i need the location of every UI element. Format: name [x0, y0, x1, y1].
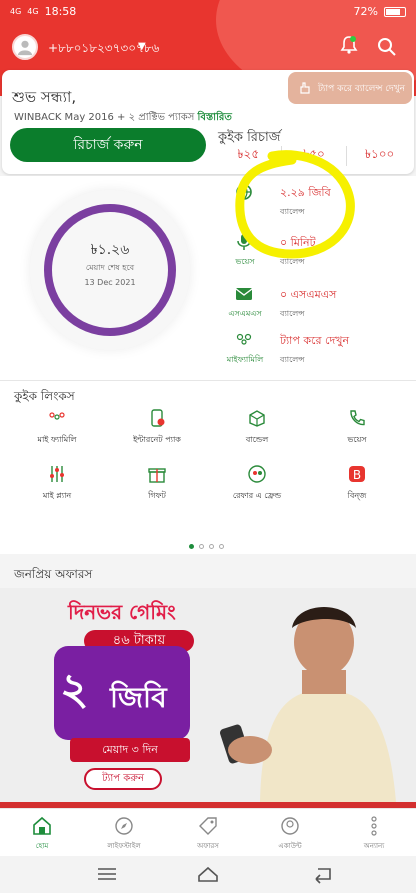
- tap-hand-icon: [300, 82, 310, 94]
- quick-link-label: বিন্জ: [347, 491, 367, 500]
- quick-link-my-family[interactable]: মাই ফ্যামিলি: [12, 408, 102, 458]
- quick-link-internet-pack[interactable]: ইন্টারনেট প্যাক: [112, 408, 202, 458]
- quick-link-refer-friend[interactable]: রেফার এ ফ্রেন্ড: [212, 464, 302, 514]
- envelope-icon: [235, 288, 253, 300]
- quick-link-binge[interactable]: B বিন্জ: [312, 464, 402, 514]
- quick-link-label: ইন্টারনেট প্যাক: [133, 435, 181, 444]
- nav-label: লাইফস্টাইল: [107, 842, 141, 850]
- balance-ring[interactable]: ৳১.২৬ মেয়াদ শেষ হবে 13 Dec 2021: [30, 190, 190, 350]
- more-icon: [371, 816, 377, 836]
- chevron-down-icon[interactable]: ▼: [138, 41, 146, 52]
- quick-link-label: ভয়েস: [347, 435, 367, 444]
- quick-links-title: কুইক লিংকস: [14, 389, 75, 403]
- carousel-dots: [189, 544, 224, 549]
- tag-icon: [199, 817, 217, 835]
- banner-person-illustration: [220, 607, 396, 802]
- phone-icon: [350, 410, 365, 426]
- refer-icon: [248, 465, 266, 483]
- recharge-button[interactable]: রিচার্জ করুন: [10, 128, 206, 162]
- quick-link-label: গিফট: [148, 491, 166, 500]
- carousel-dot[interactable]: [209, 544, 214, 549]
- expiry-label: মেয়াদ শেষ হবে: [85, 263, 135, 272]
- back-icon[interactable]: [310, 864, 336, 884]
- gift-icon: [148, 468, 166, 483]
- expiry-date: 13 Dec 2021: [84, 278, 136, 287]
- nav-label: অন্যান্য: [363, 842, 385, 850]
- nav-label: হোম: [35, 842, 49, 850]
- yellow-highlight-scribble: [235, 150, 355, 259]
- balance-amount: ৳১.২৬: [90, 242, 130, 258]
- amount-option[interactable]: ৳১০০: [347, 146, 412, 166]
- bundle-icon: [249, 410, 265, 427]
- myfamily-value: ট্যাপ করে দেখুন: [280, 334, 350, 347]
- greeting-text: শুভ সন্ধ্যা,: [12, 88, 77, 106]
- battery-text: 72%: [353, 5, 378, 18]
- quick-link-label: বান্ডেল: [245, 435, 269, 444]
- avatar[interactable]: [12, 34, 38, 60]
- details-link[interactable]: বিস্তারিত: [198, 112, 232, 123]
- pack-text: WINBACK May 2016 + ২ প্রাক্টিভ প্যাকস: [14, 112, 195, 123]
- network-1: 4G: [10, 7, 22, 16]
- sms-sub: ব্যালেন্স: [280, 309, 305, 318]
- search-icon[interactable]: [376, 36, 398, 58]
- nav-more[interactable]: অন্যান্য: [332, 808, 416, 854]
- carousel-dot[interactable]: [189, 544, 194, 549]
- sms-value: ০ এসএমএস: [280, 288, 337, 301]
- home-system-icon[interactable]: [195, 864, 221, 884]
- family-icon: [49, 412, 65, 420]
- quick-link-my-plan[interactable]: মাই প্ল্যান: [12, 464, 102, 514]
- banner-tap-button[interactable]: ট্যাপ করুন: [84, 768, 162, 790]
- nav-lifestyle[interactable]: লাইফস্টাইল: [82, 808, 166, 854]
- myfamily-sub: ব্যালেন্স: [280, 355, 305, 364]
- family-icon: [236, 333, 252, 345]
- myfamily-balance-row[interactable]: মাইফ্যামিলি ট্যাপ করে দেখুন ব্যালেন্স: [222, 328, 412, 372]
- tap-balance-badge[interactable]: ট্যাপ করে ব্যালেন্স দেখুন: [288, 72, 412, 104]
- sms-label: এসএমএস: [228, 309, 262, 318]
- home-icon: [33, 816, 51, 835]
- quick-link-bundle[interactable]: বান্ডেল: [212, 408, 302, 458]
- banner-validity: মেয়াদ ৩ দিন: [70, 738, 190, 762]
- carousel-dot[interactable]: [199, 544, 204, 549]
- network-2: 4G: [27, 7, 39, 16]
- user-icon: [17, 40, 33, 56]
- bioscope-icon: B: [349, 466, 365, 482]
- carousel-dot[interactable]: [219, 544, 224, 549]
- myfamily-label: মাইফ্যামিলি: [226, 355, 264, 364]
- svg-text:B: B: [353, 468, 361, 482]
- status-bar: 4G 4G 18:58 72%: [0, 0, 416, 24]
- sliders-icon: [50, 466, 64, 482]
- battery-icon: [384, 6, 406, 17]
- quick-link-label: রেফার এ ফ্রেন্ড: [232, 491, 282, 500]
- sms-balance-row[interactable]: এসএমএস ০ এসএমএস ব্যালেন্স: [222, 282, 412, 326]
- banner-data-unit: জিবি: [110, 681, 167, 714]
- bell-icon[interactable]: [338, 34, 360, 56]
- nav-account[interactable]: একাউন্ট: [248, 808, 332, 854]
- nav-home[interactable]: হোম: [0, 808, 84, 854]
- nav-label: একাউন্ট: [278, 842, 302, 850]
- internet-pack-icon: [151, 409, 165, 427]
- compass-icon: [115, 817, 133, 835]
- account-icon: [281, 817, 299, 835]
- pack-info: WINBACK May 2016 + ২ প্রাক্টিভ প্যাকস বি…: [14, 110, 232, 127]
- popular-offers-title: জনপ্রিয় অফারস: [14, 567, 93, 581]
- quick-link-label: মাই প্ল্যান: [42, 491, 72, 500]
- nav-label: অফারস: [197, 842, 219, 850]
- banner-data-amount: ২: [60, 664, 89, 715]
- quick-link-label: মাই ফ্যামিলি: [37, 435, 77, 444]
- quick-link-gift[interactable]: গিফট: [112, 464, 202, 514]
- tap-badge-label: ট্যাপ করে ব্যালেন্স দেখুন: [318, 83, 405, 94]
- clock: 18:58: [44, 5, 77, 18]
- banner-headline: দিনভর গেমিং: [68, 600, 176, 624]
- quick-link-voice[interactable]: ভয়েস: [312, 408, 402, 458]
- menu-icon[interactable]: [94, 864, 120, 884]
- nav-offers[interactable]: অফারস: [166, 808, 250, 854]
